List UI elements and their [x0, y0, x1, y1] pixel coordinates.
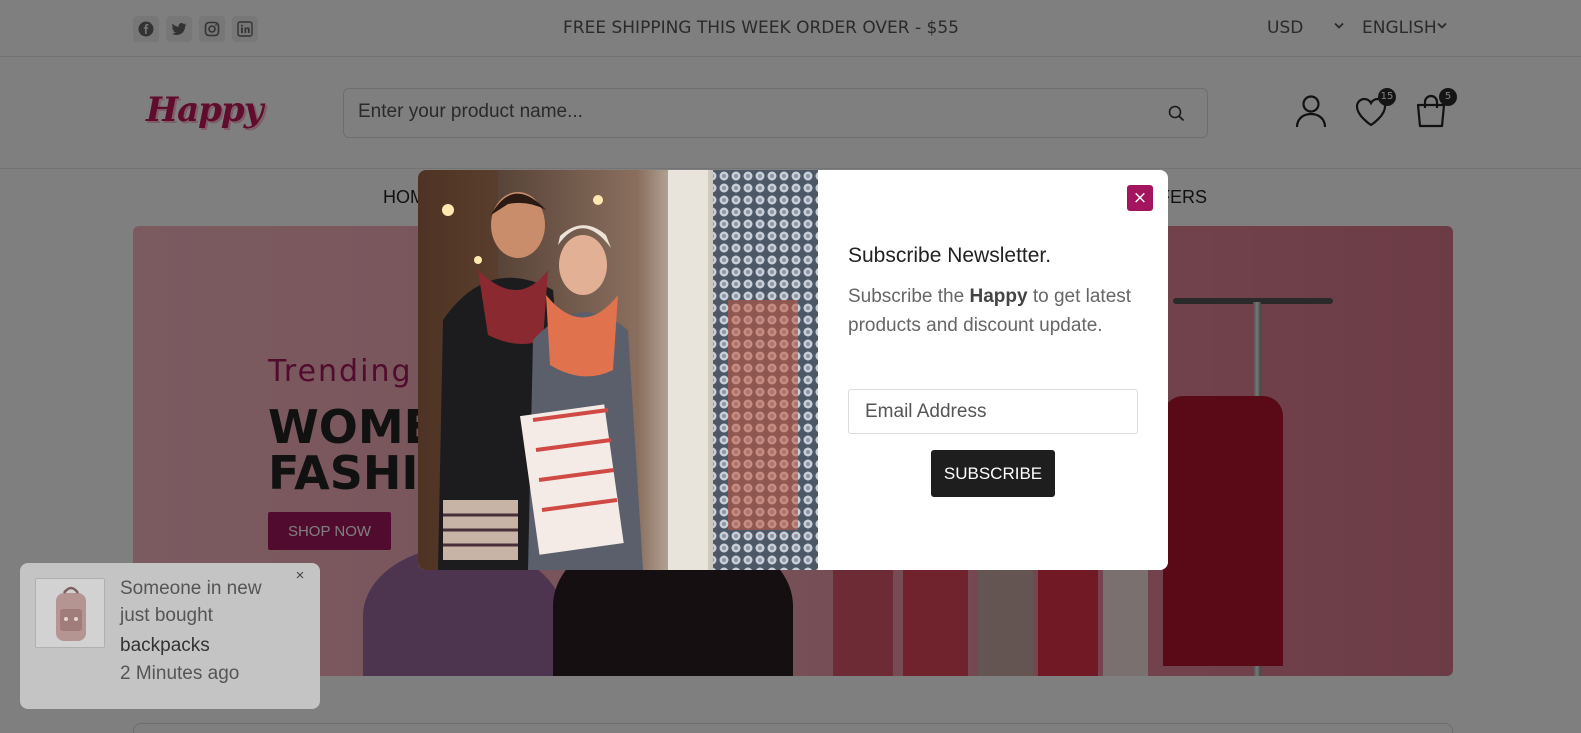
backpack-image [56, 586, 86, 641]
newsletter-description: Subscribe the Happy to get latest produc… [848, 282, 1138, 340]
newsletter-modal: × Subscribe Newsletter. Subscribe the Ha… [418, 170, 1168, 570]
toast-timestamp: 2 Minutes ago [120, 663, 240, 684]
toast-message: Someone in new just bought [120, 578, 262, 626]
newsletter-photo [418, 170, 818, 570]
toast-close-button[interactable]: × [292, 568, 308, 584]
newsletter-text: Subscribe the [848, 286, 970, 307]
product-thumbnail[interactable] [35, 578, 105, 648]
subscribe-button[interactable]: SUBSCRIBE [931, 450, 1055, 497]
modal-close-button[interactable]: × [1127, 185, 1153, 211]
toast-product-name[interactable]: backpacks [120, 635, 210, 657]
newsletter-brand: Happy [969, 286, 1028, 307]
recent-purchase-toast: Someone in new just bought backpacks 2 M… [20, 563, 320, 709]
email-field[interactable] [848, 389, 1138, 434]
newsletter-title: Subscribe Newsletter. [848, 244, 1052, 267]
